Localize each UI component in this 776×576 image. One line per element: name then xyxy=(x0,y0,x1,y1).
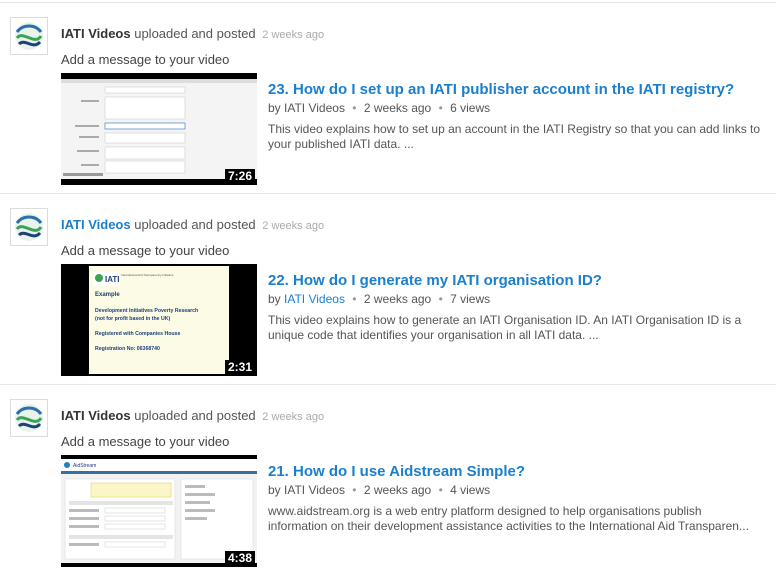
slide-reg-no: Registration No: 06368740 xyxy=(95,346,160,352)
aidstream-brand: AidStream xyxy=(73,463,96,469)
description-line: information on their development assista… xyxy=(268,519,749,533)
slide-registered: Registered with Companies House xyxy=(95,331,180,337)
meta-separator-dot: • xyxy=(438,101,443,115)
video-meta: by IATI Videos • 2 weeks ago • 4 views xyxy=(268,483,490,497)
by-prefix: by xyxy=(268,101,281,115)
meta-separator-dot: • xyxy=(352,483,357,497)
iati-logo-icon xyxy=(15,213,43,241)
video-thumbnail[interactable]: AidStream 4:38 xyxy=(61,455,257,567)
video-meta: by IATI Videos • 2 weeks ago • 6 views xyxy=(268,101,490,115)
slide-logo-sub: International Aid Transparency Initiativ… xyxy=(121,273,174,277)
view-count: 6 views xyxy=(450,101,491,115)
by-prefix: by xyxy=(268,292,281,306)
iati-logo-icon xyxy=(15,22,43,50)
activity-verb: uploaded and posted xyxy=(134,408,256,423)
view-count: 7 views xyxy=(450,292,491,306)
activity-time: 2 weeks ago xyxy=(262,220,325,232)
slide-heading: Example xyxy=(95,292,120,298)
description-line: unique code that identifies your organis… xyxy=(268,328,599,342)
uploader-link[interactable]: IATI Videos xyxy=(284,483,345,497)
feed-item: IATI Videos uploaded and posted 2 weeks … xyxy=(0,194,776,385)
description-line: your published IATI data. ... xyxy=(268,137,414,151)
video-description: This video explains how to generate an I… xyxy=(268,313,768,343)
activity-headline: IATI Videos uploaded and posted 2 weeks … xyxy=(61,408,324,423)
video-title-link[interactable]: 22. How do I generate my IATI organisati… xyxy=(268,272,602,289)
activity-headline: IATI Videos uploaded and posted 2 weeks … xyxy=(61,217,324,232)
video-thumbnail[interactable]: 7:26 xyxy=(61,73,257,185)
author-link[interactable]: IATI Videos xyxy=(61,408,131,423)
uploader-link[interactable]: IATI Videos xyxy=(284,292,345,306)
description-line: This video explains how to set up an acc… xyxy=(268,122,761,136)
video-description: This video explains how to set up an acc… xyxy=(268,122,768,152)
author-link[interactable]: IATI Videos xyxy=(61,26,131,41)
iati-logo-icon xyxy=(15,404,43,432)
add-message-field[interactable]: Add a message to your video xyxy=(61,243,229,258)
video-duration: 2:31 xyxy=(224,360,255,374)
by-prefix: by xyxy=(268,483,281,497)
activity-headline: IATI Videos uploaded and posted 2 weeks … xyxy=(61,26,324,41)
video-thumbnail[interactable]: IATI International Aid Transparency Init… xyxy=(61,264,257,376)
add-message-field[interactable]: Add a message to your video xyxy=(61,52,229,67)
video-duration: 4:38 xyxy=(224,551,255,565)
meta-separator-dot: • xyxy=(438,292,443,306)
activity-verb: uploaded and posted xyxy=(134,26,256,41)
activity-verb: uploaded and posted xyxy=(134,217,256,232)
video-description: www.aidstream.org is a web entry platfor… xyxy=(268,504,768,534)
channel-avatar[interactable] xyxy=(10,399,48,437)
video-duration: 7:26 xyxy=(224,169,255,183)
slide-org-line: Development Initiatives Poverty Research xyxy=(95,308,198,314)
author-link[interactable]: IATI Videos xyxy=(61,217,131,232)
description-line: www.aidstream.org is a web entry platfor… xyxy=(268,504,702,518)
feed-item: IATI Videos uploaded and posted 2 weeks … xyxy=(0,3,776,194)
view-count: 4 views xyxy=(450,483,491,497)
meta-separator-dot: • xyxy=(352,292,357,306)
channel-avatar[interactable] xyxy=(10,17,48,55)
feed-item: IATI Videos uploaded and posted 2 weeks … xyxy=(0,385,776,576)
slide-org-line: (not for profit based in the UK) xyxy=(95,316,170,322)
upload-age: 2 weeks ago xyxy=(363,101,432,115)
activity-time: 2 weeks ago xyxy=(262,411,325,423)
video-title-link[interactable]: 21. How do I use Aidstream Simple? xyxy=(268,463,525,480)
channel-avatar[interactable] xyxy=(10,208,48,246)
upload-age: 2 weeks ago xyxy=(363,483,432,497)
upload-age: 2 weeks ago xyxy=(363,292,432,306)
video-title-link[interactable]: 23. How do I set up an IATI publisher ac… xyxy=(268,81,734,98)
meta-separator-dot: • xyxy=(438,483,443,497)
add-message-field[interactable]: Add a message to your video xyxy=(61,434,229,449)
description-line: This video explains how to generate an I… xyxy=(268,313,742,327)
slide-logo: IATI xyxy=(105,275,120,284)
uploader-link[interactable]: IATI Videos xyxy=(284,101,345,115)
video-meta: by IATI Videos • 2 weeks ago • 7 views xyxy=(268,292,490,306)
activity-time: 2 weeks ago xyxy=(262,29,325,41)
meta-separator-dot: • xyxy=(352,101,357,115)
